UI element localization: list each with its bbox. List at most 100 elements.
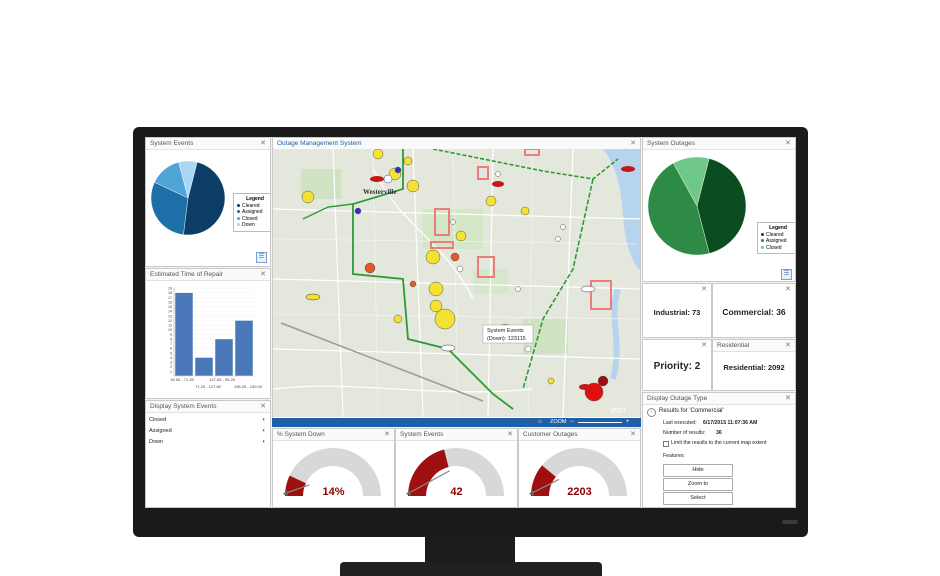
industrial-stat-panel: ✕ Industrial: 73 xyxy=(642,283,712,338)
y-tick-label: 18 xyxy=(168,291,172,295)
y-tick-label: 16 xyxy=(168,300,172,304)
x-tick-label: 195.25 - 240.00 xyxy=(234,384,263,389)
commercial-stat-header: ✕ xyxy=(713,284,795,295)
limit-extent-checkbox[interactable] xyxy=(663,441,669,447)
close-icon[interactable]: ✕ xyxy=(260,138,266,149)
system-outages-legend: Legend Cleared Assigned Closed xyxy=(757,222,795,254)
panel-title: Estimated Time of Repair xyxy=(150,271,223,278)
visibility-icon[interactable]: ◐ xyxy=(262,426,266,437)
x-tick-label: 127.60 - 95.25 xyxy=(209,377,236,382)
legend-label: Assigned xyxy=(766,238,787,244)
zoom-in-button[interactable]: + xyxy=(626,418,630,427)
display-outage-type-header: Display Outage Type ✕ xyxy=(643,393,795,405)
residential-stat-header: Residential ✕ xyxy=(713,340,795,352)
display-outage-type-panel: Display Outage Type ✕ ‹ Results for 'Comm… xyxy=(642,392,796,508)
list-item-label: Closed xyxy=(149,417,167,423)
repair-time-histogram: 1234567891011121314151617181916.50 - 71.… xyxy=(168,287,263,390)
select-button[interactable]: Select xyxy=(663,492,733,505)
close-icon[interactable]: ✕ xyxy=(785,284,791,295)
close-icon[interactable]: ✕ xyxy=(701,340,707,351)
panel-title: Display System Events xyxy=(150,403,217,410)
home-icon[interactable]: ⌂ xyxy=(538,418,542,427)
y-tick-label: 13 xyxy=(168,314,172,318)
list-item[interactable]: Down ◐ xyxy=(146,437,270,448)
hide-button[interactable]: Hide xyxy=(663,464,733,477)
list-item[interactable]: Closed ◐ xyxy=(146,415,270,426)
legend-label: Down xyxy=(242,222,255,228)
legend-label: Assigned xyxy=(242,209,263,215)
legend-label: Cleared xyxy=(242,202,260,209)
last-executed-value: 6/17/2015 11:07:36 AM xyxy=(703,420,758,426)
list-view-icon[interactable]: ☰ xyxy=(256,252,267,263)
panel-title: Outage Management System xyxy=(277,140,362,147)
y-tick-label: 9 xyxy=(170,333,172,337)
town-label: Westerville xyxy=(363,188,396,196)
close-icon[interactable]: ✕ xyxy=(785,393,791,404)
y-tick-label: 12 xyxy=(168,319,172,323)
popup-line-1: System Events xyxy=(487,328,524,334)
panel-title: System Outages xyxy=(647,140,696,147)
outage-map[interactable]: Westerville System Events (Down): 123115… xyxy=(273,149,641,417)
system-outages-panel: System Outages ✕ Legend Cleared Assigned … xyxy=(642,137,796,282)
back-arrow-icon[interactable]: ‹ xyxy=(647,408,656,417)
x-tick-label: 16.50 - 71.25 xyxy=(170,377,194,382)
y-tick-label: 2 xyxy=(170,365,172,369)
priority-count: Priority: 2 xyxy=(653,361,701,372)
residential-stat-panel: Residential ✕ Residential: 2092 xyxy=(712,339,796,391)
visibility-icon[interactable]: ◐ xyxy=(262,415,266,426)
close-icon[interactable]: ✕ xyxy=(384,429,390,440)
panel-title: System Events xyxy=(150,140,194,147)
dashboard-screen: System Events ✕ Legend Cleared Assigned … xyxy=(145,137,796,508)
commercial-count: Commercial: 36 xyxy=(722,307,786,317)
y-tick-label: 14 xyxy=(168,310,172,314)
limit-extent-label: Limit the results to the current map ext… xyxy=(671,440,767,446)
panel-title: Display Outage Type xyxy=(647,395,708,402)
close-icon[interactable]: ✕ xyxy=(260,269,266,280)
gauge-value: 2203 xyxy=(567,486,592,498)
legend-label: Closed xyxy=(766,244,782,251)
histogram-bar xyxy=(214,338,234,377)
histogram-bar xyxy=(194,357,214,377)
close-icon[interactable]: ✕ xyxy=(630,138,636,149)
close-icon[interactable]: ✕ xyxy=(260,401,266,412)
legend-swatch xyxy=(761,232,764,236)
zoom-out-button[interactable]: − xyxy=(570,418,574,427)
system-outages-pie-chart xyxy=(647,156,747,256)
y-tick-label: 11 xyxy=(168,324,172,328)
legend-swatch xyxy=(761,245,764,249)
y-tick-label: 4 xyxy=(170,356,172,360)
zoom-slider[interactable] xyxy=(578,422,622,423)
y-tick-label: 19 xyxy=(168,287,172,291)
pct-system-down-panel: % System Down ✕ 14% xyxy=(272,428,395,508)
visibility-icon[interactable]: ◐ xyxy=(262,437,266,448)
zoom-label: ZOOM xyxy=(550,419,567,425)
monitor-power-indicator xyxy=(782,520,798,524)
y-tick-label: 8 xyxy=(170,337,172,341)
close-icon[interactable]: ✕ xyxy=(701,284,707,295)
list-item-label: Down xyxy=(149,439,164,445)
y-tick-label: 5 xyxy=(170,351,172,355)
close-icon[interactable]: ✕ xyxy=(785,138,791,149)
system-events-legend: Legend Cleared Assigned Closed Down xyxy=(233,193,270,232)
close-icon[interactable]: ✕ xyxy=(785,340,791,351)
results-count-label: Number of results: xyxy=(663,430,706,436)
industrial-count: Industrial: 73 xyxy=(653,308,701,317)
panel-title: % System Down xyxy=(277,431,325,438)
zoom-toolbar: ⌂ ZOOM − + xyxy=(272,418,641,427)
y-tick-label: 1 xyxy=(170,370,172,374)
list-view-icon[interactable]: ☰ xyxy=(781,269,792,280)
legend-item: Down xyxy=(237,222,270,229)
river xyxy=(610,288,621,380)
system-events-header: System Events ✕ xyxy=(146,138,270,150)
close-icon[interactable]: ✕ xyxy=(630,429,636,440)
commercial-stat-panel: ✕ Commercial: 36 xyxy=(712,283,796,338)
monitor-frame: System Events ✕ Legend Cleared Assigned … xyxy=(133,127,808,537)
legend-swatch xyxy=(237,203,240,207)
close-icon[interactable]: ✕ xyxy=(507,429,513,440)
popup-line-2: (Down): 123115 xyxy=(487,336,526,342)
map-popup: System Events (Down): 123115 xyxy=(482,324,534,344)
y-tick-label: 7 xyxy=(170,342,172,346)
list-item[interactable]: Assigned ◐ xyxy=(146,426,270,437)
zoom-to-button[interactable]: Zoom to xyxy=(663,478,733,491)
last-executed-label: Last executed: xyxy=(663,420,697,426)
